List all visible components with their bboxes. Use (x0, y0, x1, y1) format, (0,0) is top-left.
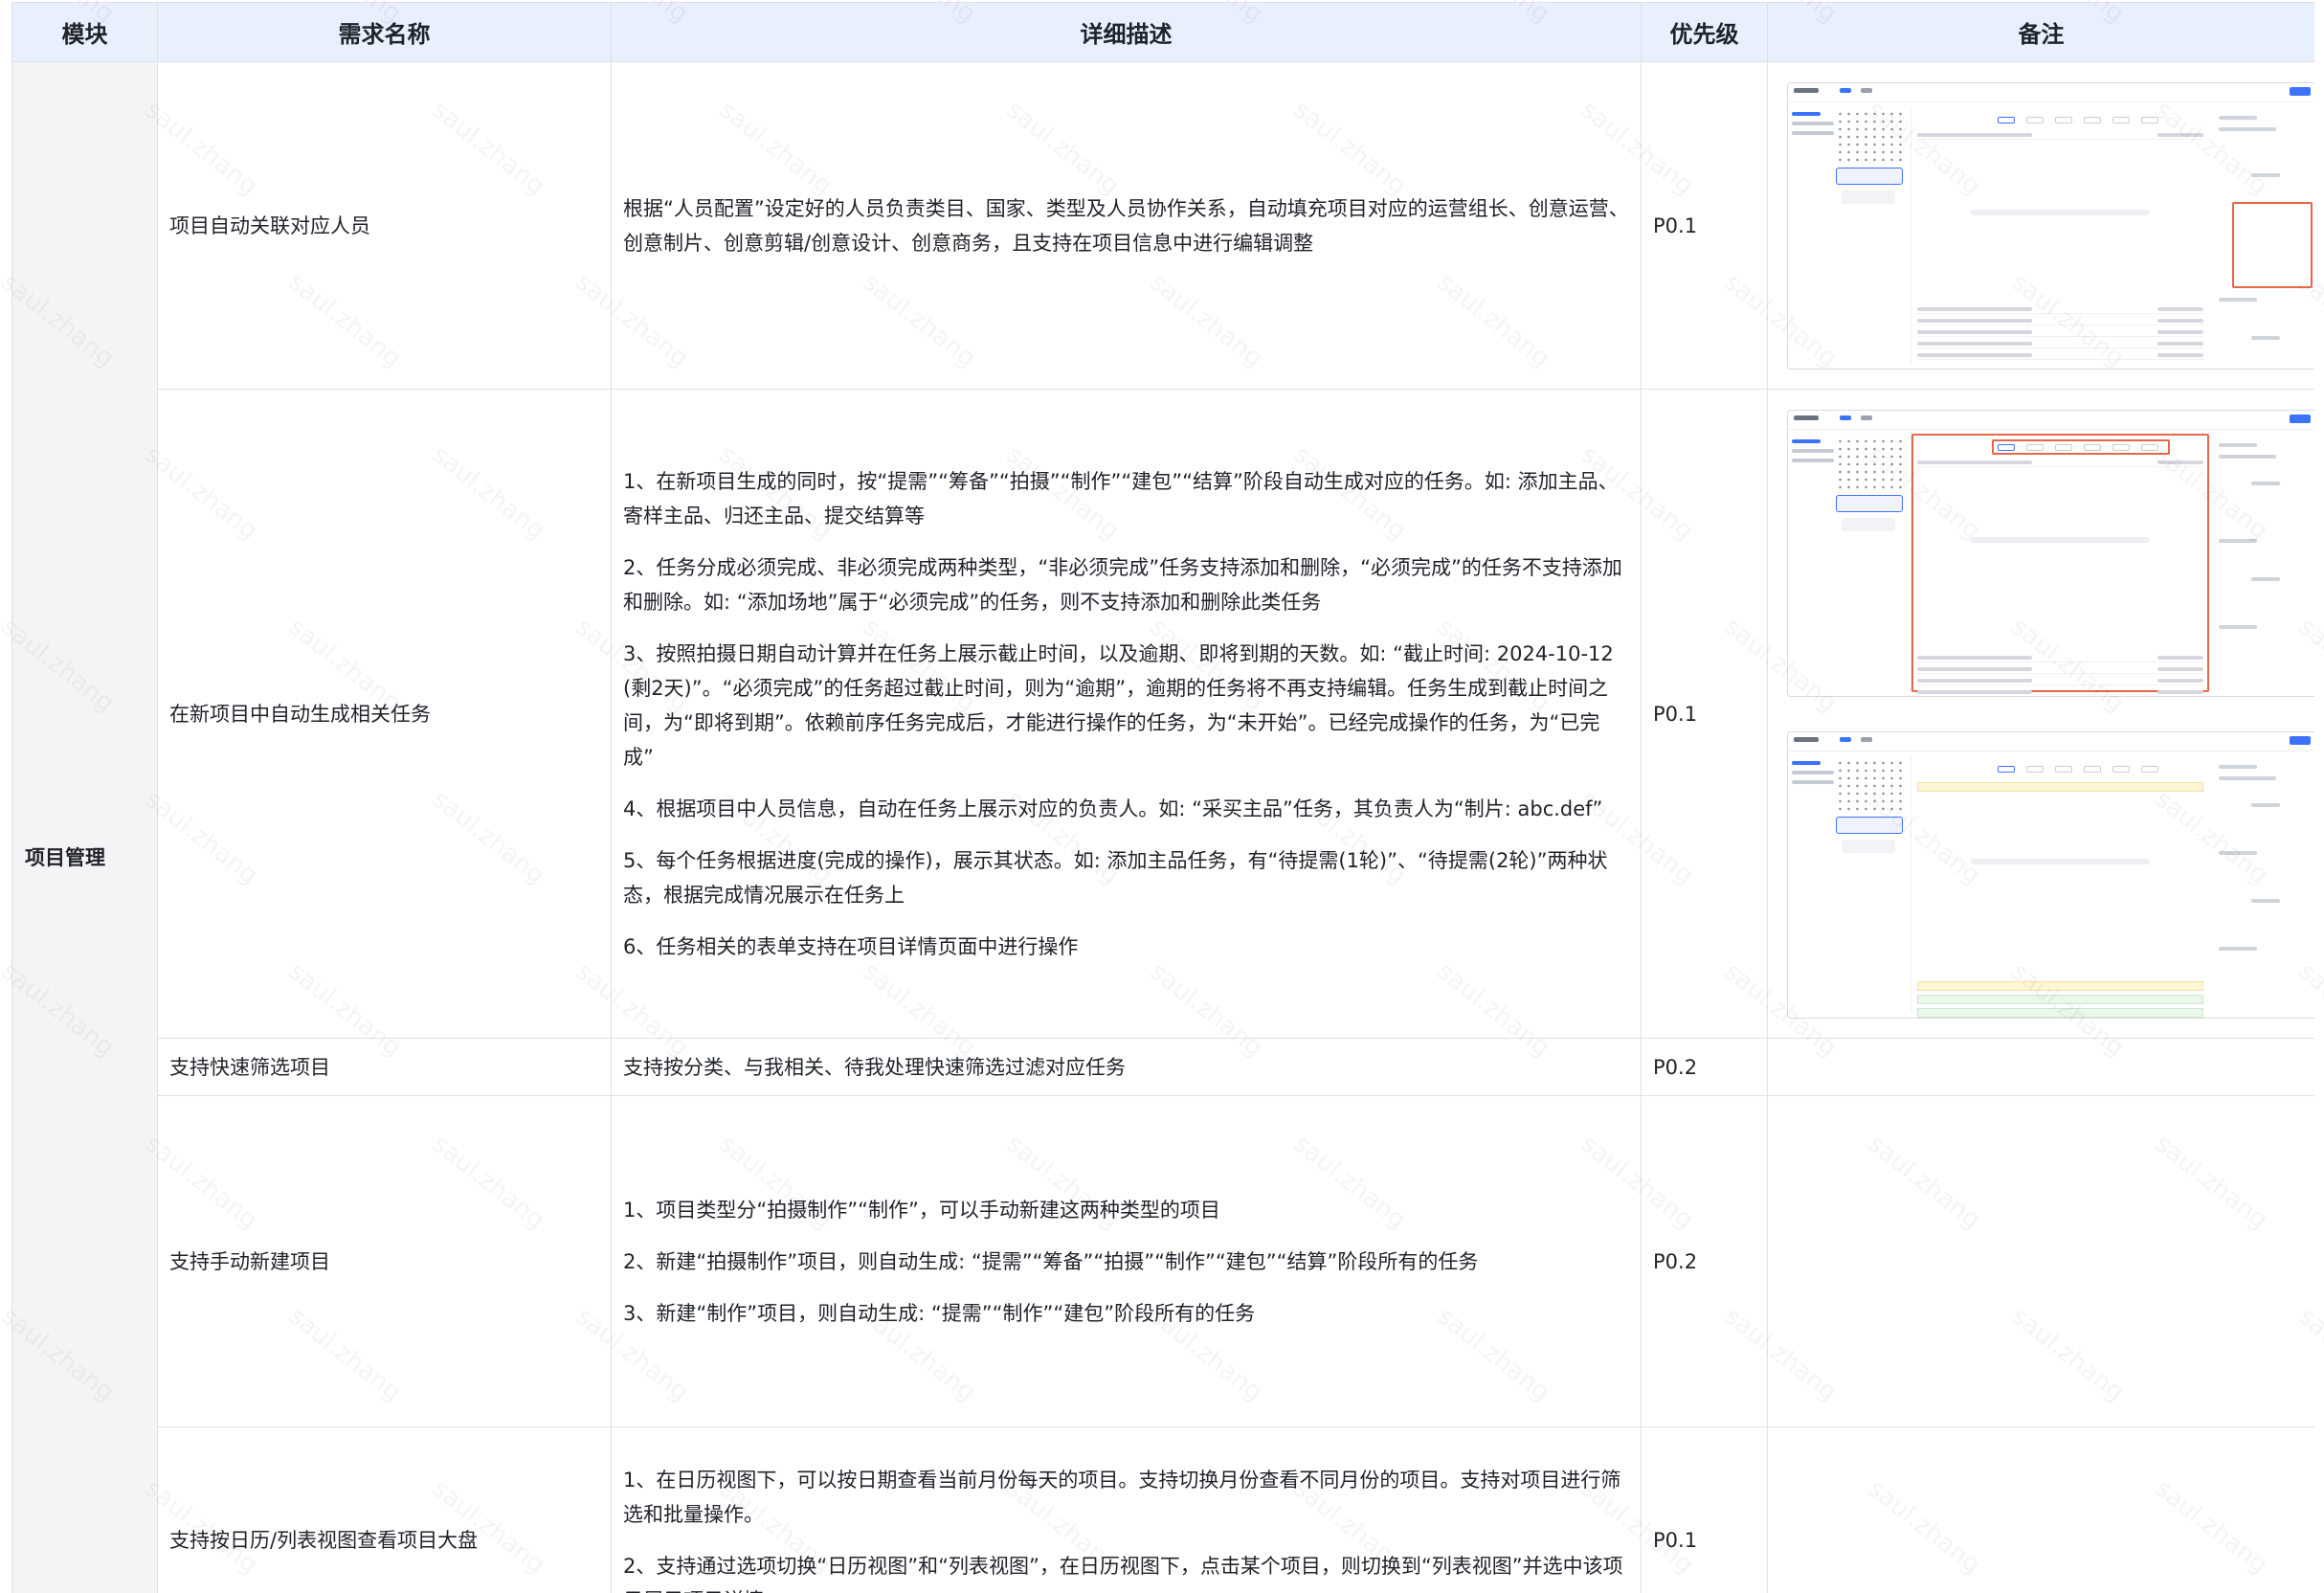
requirements-sheet: 模块 需求名称 详细描述 优先级 备注 项目管理 项目自动关联对应人员 根据“人… (11, 2, 2314, 1593)
table-row: 在新项目中自动生成相关任务 1、在新项目生成的同时，按“提需”“筹备”“拍摄”“… (12, 389, 2314, 1039)
header-row: 模块 需求名称 详细描述 优先级 备注 (11, 2, 2314, 62)
desc-line: 5、每个任务根据进度(完成的操作)，展示其状态。如: 添加主品任务，有“待提需(… (623, 848, 1608, 907)
desc-line: 3、新建“制作”项目，则自动生成: “提需”“制作”“建包”阶段所有的任务 (623, 1301, 1256, 1325)
req-desc: 1、在日历视图下，可以按日期查看当前月份每天的项目。支持切换月份查看不同月份的项… (611, 1426, 1642, 1593)
table-row: 支持按日历/列表视图查看项目大盘 1、在日历视图下，可以按日期查看当前月份每天的… (12, 1426, 2314, 1593)
desc-line: 2、任务分成必须完成、非必须完成两种类型，“非必须完成”任务支持添加和删除，“必… (623, 555, 1622, 614)
req-note (1767, 1038, 2314, 1096)
screenshot-thumbnail (1787, 81, 2314, 370)
req-priority: P0.1 (1641, 61, 1768, 390)
req-name: 在新项目中自动生成相关任务 (157, 389, 612, 1039)
desc-line: 1、在新项目生成的同时，按“提需”“筹备”“拍摄”“制作”“建包”“结算”阶段自… (623, 469, 1619, 527)
req-desc: 1、项目类型分“拍摄制作”“制作”，可以手动新建这两种类型的项目 2、新建“拍摄… (611, 1095, 1642, 1427)
table-row: 支持快速筛选项目 支持按分类、与我相关、待我处理快速筛选过滤对应任务 P0.2 (12, 1038, 2314, 1096)
desc-line: 2、新建“拍摄制作”项目，则自动生成: “提需”“筹备”“拍摄”“制作”“建包”… (623, 1249, 1479, 1273)
header-note: 备注 (1767, 2, 2314, 62)
req-name: 支持快速筛选项目 (157, 1038, 612, 1096)
req-priority: P0.1 (1641, 1426, 1768, 1593)
table-row: 项目管理 项目自动关联对应人员 根据“人员配置”设定好的人员负责类目、国家、类型… (11, 61, 2314, 1593)
desc-line: 支持按分类、与我相关、待我处理快速筛选过滤对应任务 (623, 1055, 1126, 1079)
desc-line: 3、按照拍摄日期自动计算并在任务上展示截止时间，以及逾期、即将到期的天数。如: … (623, 641, 1614, 769)
module-cell: 项目管理 (11, 61, 158, 1593)
desc-line: 6、任务相关的表单支持在项目详情页面中进行操作 (623, 934, 1079, 958)
header-desc: 详细描述 (611, 2, 1642, 62)
req-desc: 根据“人员配置”设定好的人员负责类目、国家、类型及人员协作关系，自动填充项目对应… (611, 61, 1642, 390)
req-priority: P0.2 (1641, 1038, 1768, 1096)
desc-line: 根据“人员配置”设定好的人员负责类目、国家、类型及人员协作关系，自动填充项目对应… (623, 196, 1629, 255)
desc-line: 1、项目类型分“拍摄制作”“制作”，可以手动新建这两种类型的项目 (623, 1198, 1220, 1222)
header-module: 模块 (11, 2, 158, 62)
desc-line: 2、支持通过选项切换“日历视图”和“列表视图”，在日历视图下，点击某个项目，则切… (623, 1554, 1623, 1593)
req-priority: P0.1 (1641, 389, 1768, 1039)
req-note (1767, 1426, 2314, 1593)
screenshot-thumbnail (1787, 409, 2314, 697)
req-desc: 支持按分类、与我相关、待我处理快速筛选过滤对应任务 (611, 1038, 1642, 1096)
req-note (1767, 1095, 2314, 1427)
req-name: 支持手动新建项目 (157, 1095, 612, 1427)
req-desc: 1、在新项目生成的同时，按“提需”“筹备”“拍摄”“制作”“建包”“结算”阶段自… (611, 389, 1642, 1039)
desc-line: 4、根据项目中人员信息，自动在任务上展示对应的负责人。如: “采买主品”任务，其… (623, 796, 1603, 820)
req-name: 项目自动关联对应人员 (157, 61, 612, 390)
header-priority: 优先级 (1641, 2, 1768, 62)
requirements-table: 模块 需求名称 详细描述 优先级 备注 项目管理 项目自动关联对应人员 根据“人… (11, 2, 2314, 1593)
table-row: 支持手动新建项目 1、项目类型分“拍摄制作”“制作”，可以手动新建这两种类型的项… (12, 1095, 2314, 1427)
req-note (1767, 61, 2314, 390)
req-priority: P0.2 (1641, 1095, 1768, 1427)
header-name: 需求名称 (157, 2, 612, 62)
req-name: 支持按日历/列表视图查看项目大盘 (157, 1426, 612, 1593)
screenshot-thumbnail (1787, 730, 2314, 1019)
req-note (1767, 389, 2314, 1039)
desc-line: 1、在日历视图下，可以按日期查看当前月份每天的项目。支持切换月份查看不同月份的项… (623, 1468, 1621, 1526)
